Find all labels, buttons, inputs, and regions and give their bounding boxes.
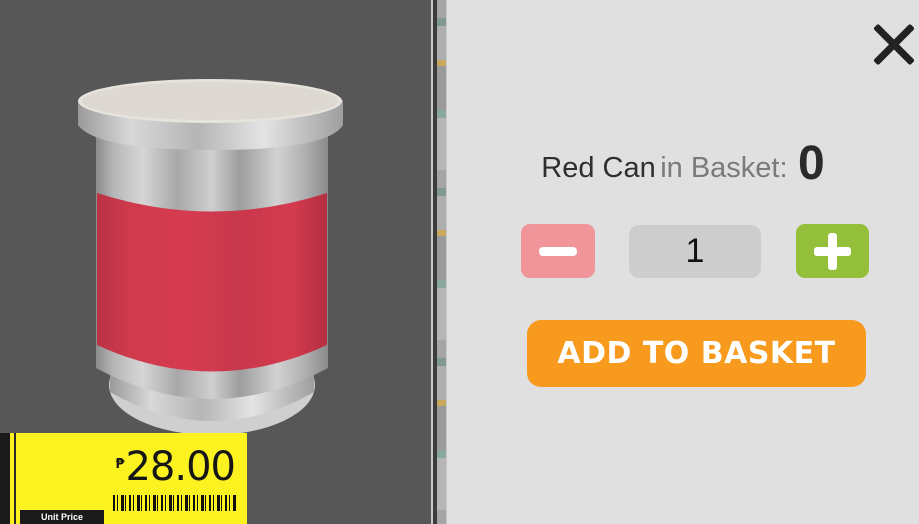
- increment-button[interactable]: [796, 224, 869, 278]
- minus-icon: [539, 247, 577, 256]
- product-name: Red Can: [541, 152, 656, 184]
- tag-stripe: [14, 433, 16, 524]
- quantity-stepper: 1: [521, 224, 869, 278]
- price-value: 28.00: [125, 444, 236, 490]
- panel-divider: [431, 0, 447, 524]
- price-tag: ₱ 28.00 Unit Price: [0, 433, 247, 524]
- add-to-basket-button[interactable]: ADD TO BASKET: [527, 320, 866, 387]
- quantity-field[interactable]: 1: [629, 225, 761, 278]
- basket-panel: Red Can in Basket: 0 1 ADD TO BASKET: [447, 0, 919, 524]
- basket-status: Red Can in Basket: 0: [447, 136, 919, 191]
- unit-price: ₱ 28.00: [115, 444, 236, 490]
- unit-price-label: Unit Price: [20, 510, 104, 524]
- in-basket-label: in Basket:: [660, 152, 788, 184]
- currency-symbol: ₱: [115, 457, 125, 472]
- basket-count: 0: [798, 137, 825, 190]
- close-icon[interactable]: [867, 18, 919, 70]
- product-viewport[interactable]: ₱ 28.00 Unit Price: [0, 0, 431, 524]
- decrement-button[interactable]: [521, 224, 595, 278]
- barcode: [113, 495, 237, 511]
